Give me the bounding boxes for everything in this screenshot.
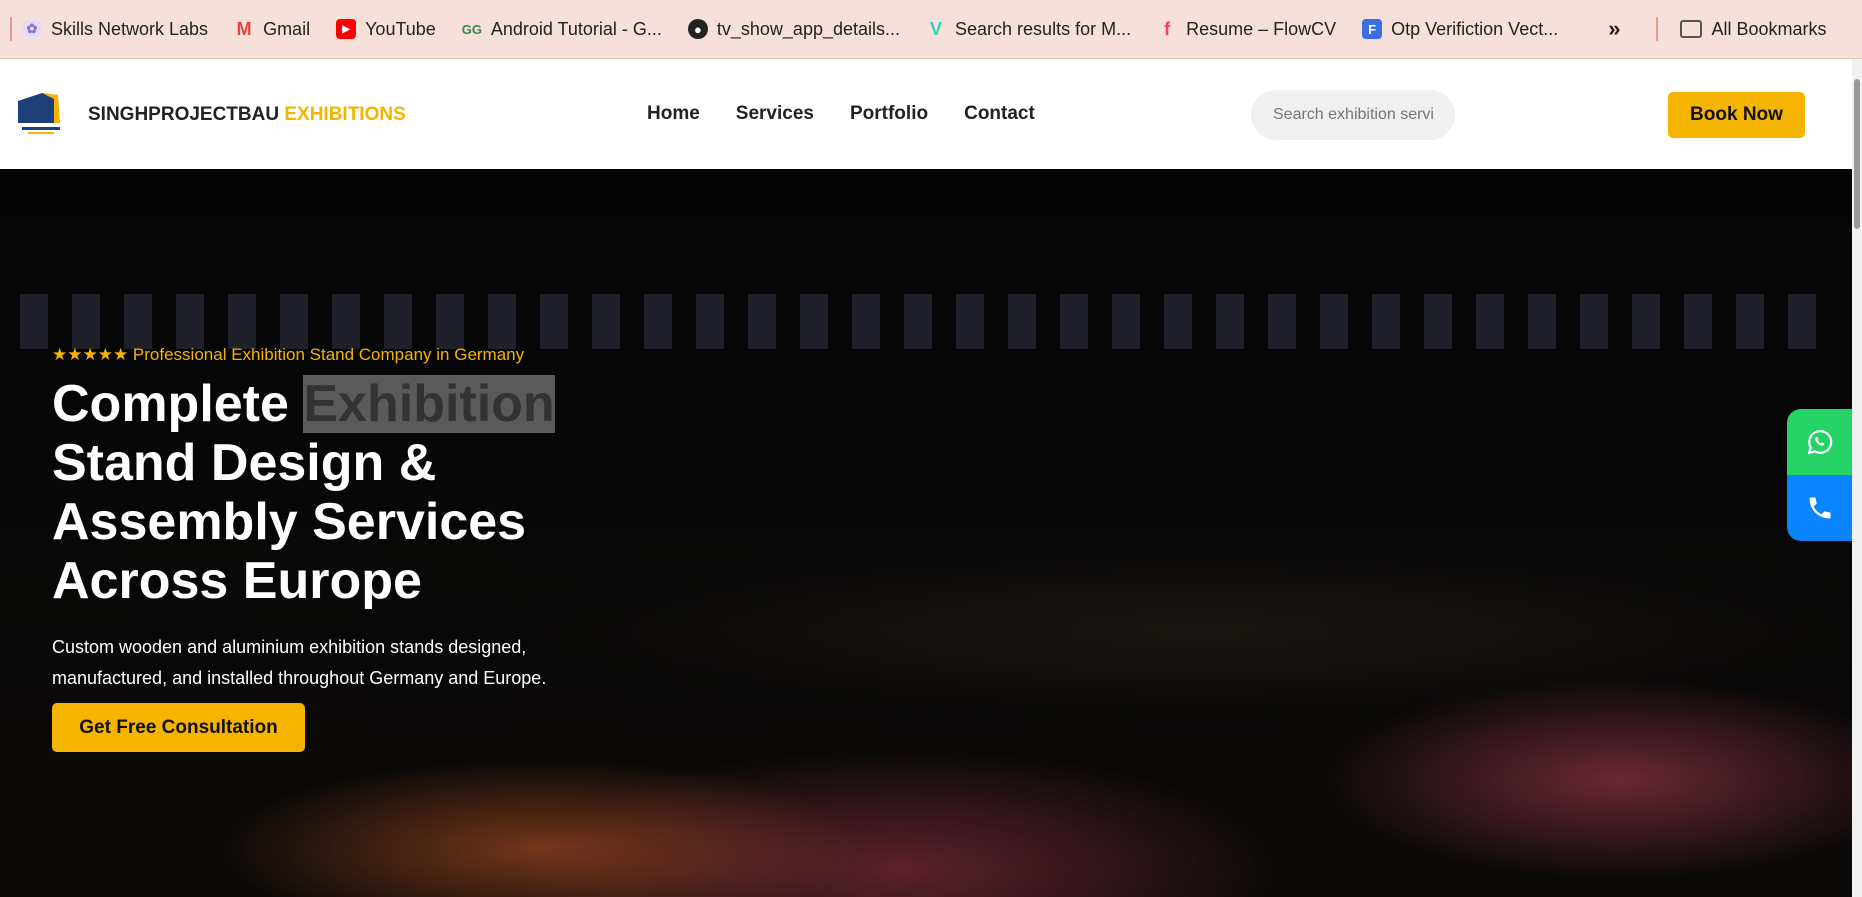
folder-icon bbox=[1680, 20, 1703, 38]
hero-tagline: ★★★★★ Professional Exhibition Stand Comp… bbox=[52, 345, 525, 364]
hero-section: ★★★★★ Professional Exhibition Stand Comp… bbox=[0, 169, 1852, 897]
book-now-button[interactable]: Book Now bbox=[1668, 92, 1805, 138]
hero-title: Complete Exhibition Stand Design & Assem… bbox=[52, 375, 612, 611]
title-part: Stand Design & Assembly Services Across … bbox=[52, 434, 527, 610]
scrollbar[interactable] bbox=[1852, 59, 1862, 897]
gmail-icon: M bbox=[236, 18, 252, 39]
freepik-icon: F bbox=[1362, 19, 1383, 39]
nav-portfolio[interactable]: Portfolio bbox=[850, 103, 928, 125]
main-nav: Home Services Portfolio Contact bbox=[647, 103, 1035, 125]
bookmark-label: Otp Verifiction Vect... bbox=[1391, 18, 1559, 39]
divider bbox=[10, 17, 12, 41]
bookmark-label: Android Tutorial - G... bbox=[490, 18, 662, 39]
whatsapp-button[interactable] bbox=[1787, 409, 1852, 475]
search-input[interactable] bbox=[1251, 90, 1455, 140]
site-header: SINGHPROJECTBAU EXHIBITIONS Home Service… bbox=[0, 59, 1852, 169]
brand-name[interactable]: SINGHPROJECTBAU EXHIBITIONS bbox=[88, 104, 406, 126]
whatsapp-icon bbox=[1807, 430, 1832, 455]
hero-background-image bbox=[20, 294, 1840, 349]
scrollbar-thumb[interactable] bbox=[1854, 79, 1860, 229]
nav-contact[interactable]: Contact bbox=[964, 103, 1035, 125]
more-label: » bbox=[1608, 16, 1621, 41]
github-icon: ● bbox=[687, 19, 708, 39]
free-consultation-button[interactable]: Get Free Consultation bbox=[52, 703, 305, 752]
phone-button[interactable] bbox=[1787, 475, 1852, 541]
brand-main: SINGHPROJECTBAU bbox=[88, 104, 280, 125]
all-bookmarks-button[interactable]: All Bookmarks bbox=[1680, 18, 1827, 40]
bookmarks-bar: ✿ Skills Network Labs M Gmail ▶ YouTube GG A… bbox=[0, 0, 1862, 59]
bookmark-skills-network[interactable]: ✿ Skills Network Labs bbox=[22, 19, 208, 40]
title-part: Complete bbox=[52, 375, 304, 433]
bookmark-label: YouTube bbox=[365, 18, 436, 39]
bookmark-gmail[interactable]: M Gmail bbox=[234, 18, 311, 40]
nav-home[interactable]: Home bbox=[647, 103, 700, 125]
bookmark-label: Resume – FlowCV bbox=[1186, 18, 1337, 39]
phone-icon bbox=[1809, 497, 1830, 519]
youtube-icon: ▶ bbox=[336, 19, 357, 39]
bookmark-label: Search results for M... bbox=[955, 18, 1132, 39]
hero-description: Custom wooden and aluminium exhibition s… bbox=[52, 637, 547, 688]
brand-accent: EXHIBITIONS bbox=[284, 104, 406, 125]
bookmark-search-results[interactable]: V Search results for M... bbox=[926, 19, 1131, 40]
bookmark-otp[interactable]: F Otp Verifiction Vect... bbox=[1362, 19, 1558, 40]
bookmark-youtube[interactable]: ▶ YouTube bbox=[336, 19, 436, 40]
bookmark-android-tutorial[interactable]: GG Android Tutorial - G... bbox=[462, 19, 662, 40]
nav-services[interactable]: Services bbox=[736, 103, 814, 125]
skills-network-icon: ✿ bbox=[22, 19, 42, 39]
bookmark-label: tv_show_app_details... bbox=[716, 18, 901, 39]
title-highlight: Exhibition bbox=[303, 375, 555, 433]
bookmark-flowcv[interactable]: f Resume – FlowCV bbox=[1157, 19, 1336, 40]
more-bookmarks-button[interactable]: » bbox=[1608, 16, 1620, 42]
bookmark-label: Gmail bbox=[263, 18, 311, 39]
divider bbox=[1656, 17, 1659, 41]
all-bookmarks-label: All Bookmarks bbox=[1711, 18, 1827, 39]
geeksforgeeks-icon: GG bbox=[461, 21, 482, 37]
logo[interactable] bbox=[12, 89, 68, 139]
flowcv-icon: f bbox=[1164, 18, 1171, 39]
vectorize-icon: V bbox=[930, 18, 943, 39]
bookmark-label: Skills Network Labs bbox=[51, 18, 209, 39]
bookmark-github[interactable]: ● tv_show_app_details... bbox=[687, 18, 901, 40]
